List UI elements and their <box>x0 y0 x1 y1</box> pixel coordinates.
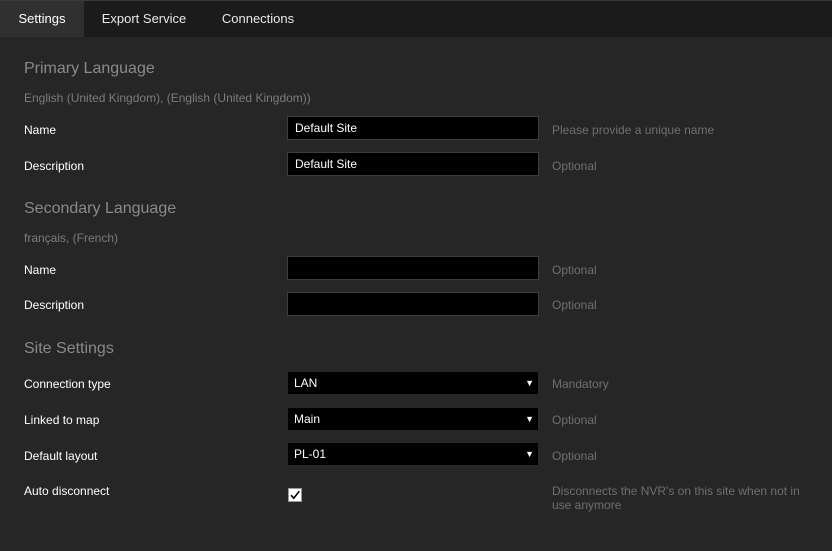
default-layout-value: PL-01 <box>294 447 327 461</box>
connection-type-select[interactable]: LAN ▼ <box>288 372 538 394</box>
secondary-language-value: français, (French) <box>24 231 119 245</box>
primary-description-label: Description <box>24 159 85 173</box>
tab-bar: Settings Export Service Connections <box>0 0 832 38</box>
secondary-name-label: Name <box>24 263 57 277</box>
connection-type-value: LAN <box>294 376 318 390</box>
primary-language-value: English (United Kingdom), (English (Unit… <box>24 91 311 105</box>
primary-description-input[interactable] <box>287 152 539 176</box>
linked-map-value: Main <box>294 412 321 426</box>
secondary-name-hint: Optional <box>552 263 597 277</box>
linked-map-label: Linked to map <box>24 413 100 427</box>
auto-disconnect-label: Auto disconnect <box>24 484 110 498</box>
default-layout-label: Default layout <box>24 449 98 463</box>
auto-disconnect-checkbox[interactable] <box>288 488 302 502</box>
auto-disconnect-hint: Disconnects the NVR's on this site when … <box>552 484 800 512</box>
secondary-description-hint: Optional <box>552 298 597 312</box>
dropdown-arrow-icon: ▼ <box>525 378 534 388</box>
secondary-name-input[interactable] <box>287 256 539 280</box>
primary-language-title: Primary Language <box>24 60 155 77</box>
tab-export-service[interactable]: Export Service <box>84 1 204 38</box>
primary-name-label: Name <box>24 123 57 137</box>
linked-map-select[interactable]: Main ▼ <box>288 408 538 430</box>
settings-panel: Primary Language English (United Kingdom… <box>0 37 832 551</box>
linked-map-hint: Optional <box>552 413 597 427</box>
site-settings-title: Site Settings <box>24 340 114 357</box>
dropdown-arrow-icon: ▼ <box>525 414 534 424</box>
secondary-language-title: Secondary Language <box>24 200 177 217</box>
default-layout-select[interactable]: PL-01 ▼ <box>288 443 538 465</box>
tab-connections[interactable]: Connections <box>204 1 312 38</box>
dropdown-arrow-icon: ▼ <box>525 449 534 459</box>
primary-name-hint: Please provide a unique name <box>552 123 715 137</box>
secondary-description-input[interactable] <box>287 292 539 316</box>
connection-type-hint: Mandatory <box>552 377 609 391</box>
primary-description-hint: Optional <box>552 159 597 173</box>
secondary-description-label: Description <box>24 298 85 312</box>
auto-disconnect-hint-line1: Disconnects the NVR's on this site when … <box>552 484 800 498</box>
default-layout-hint: Optional <box>552 449 597 463</box>
auto-disconnect-hint-line2: use anymore <box>552 498 622 512</box>
connection-type-label: Connection type <box>24 377 111 391</box>
primary-name-input[interactable] <box>287 116 539 140</box>
tab-settings[interactable]: Settings <box>0 1 84 38</box>
checkmark-icon <box>290 490 300 500</box>
